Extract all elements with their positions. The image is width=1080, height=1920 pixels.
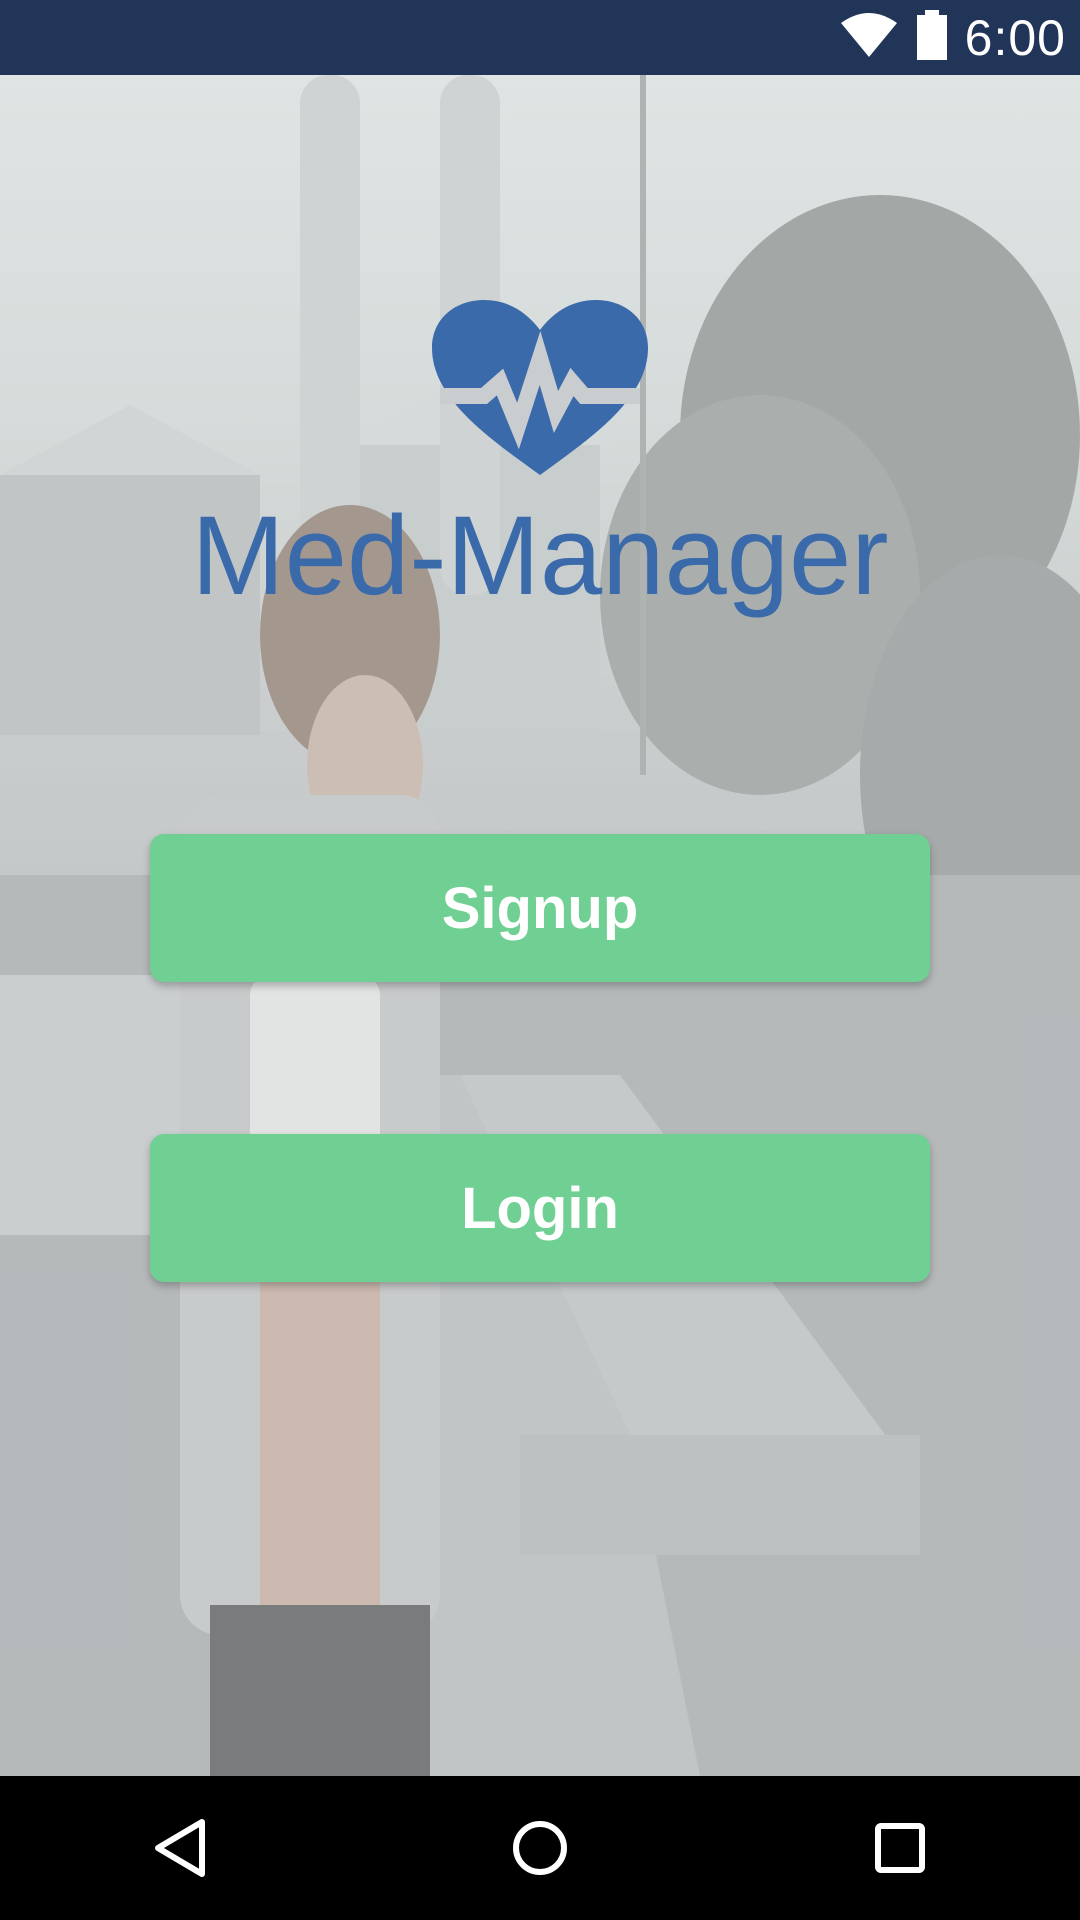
signup-button[interactable]: Signup <box>150 834 930 982</box>
battery-icon <box>915 10 949 65</box>
navigation-bar <box>0 1776 1080 1920</box>
status-bar: 6:00 <box>0 0 1080 75</box>
recents-icon[interactable] <box>860 1808 940 1888</box>
back-icon[interactable] <box>140 1808 220 1888</box>
app-title: Med-Manager <box>191 493 889 618</box>
login-button[interactable]: Login <box>150 1134 930 1282</box>
status-icons: 6:00 <box>839 0 1066 75</box>
home-icon[interactable] <box>500 1808 580 1888</box>
wifi-icon <box>839 11 899 64</box>
heart-pulse-icon <box>432 300 648 480</box>
screen: 6:00 Med-Manager Signup Login <box>0 0 1080 1920</box>
status-time: 6:00 <box>964 9 1066 66</box>
